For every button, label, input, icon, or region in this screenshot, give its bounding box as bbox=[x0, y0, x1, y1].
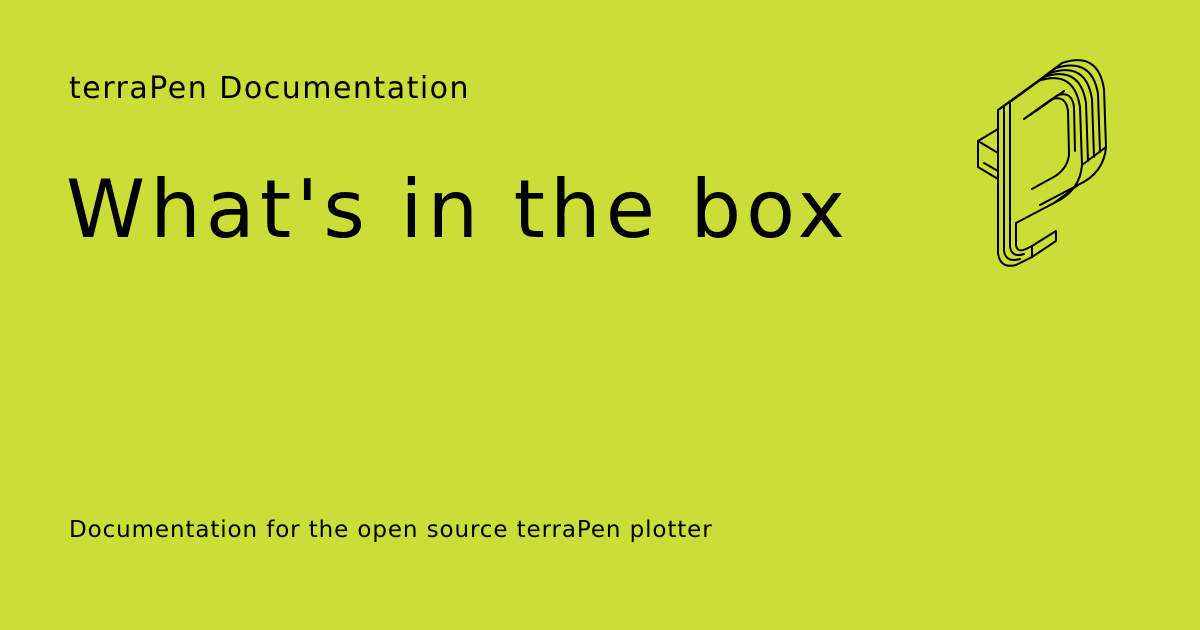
page-title: What's in the box bbox=[66, 163, 850, 256]
terrapen-logo-icon bbox=[977, 59, 1107, 267]
page-description: Documentation for the open source terraP… bbox=[69, 517, 713, 543]
site-name: terraPen Documentation bbox=[69, 71, 471, 106]
social-card: terraPen Documentation What's in the box… bbox=[0, 0, 1200, 630]
